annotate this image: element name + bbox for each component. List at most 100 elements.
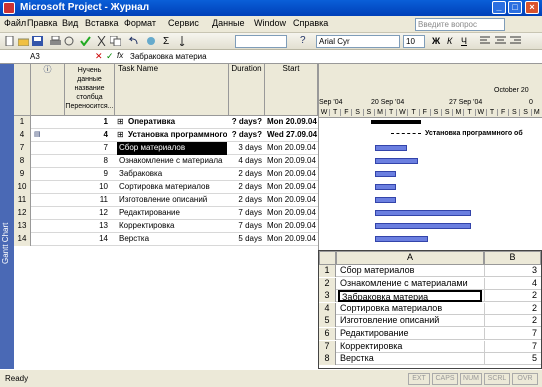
expand-icon[interactable]: ⊞: [117, 129, 125, 142]
excel-row[interactable]: 5 Изготовление описаний 2: [319, 315, 541, 328]
excel-cell-b[interactable]: 4: [484, 277, 541, 290]
cut-icon[interactable]: [96, 36, 107, 46]
excel-row[interactable]: 3 Забраковка материа 2: [319, 290, 541, 303]
task-row[interactable]: 9 9 Забраковка 2 days Mon 20.09.04: [14, 168, 318, 181]
excel-row-number[interactable]: 2: [319, 277, 336, 290]
task-name-header[interactable]: Task Name: [115, 64, 229, 116]
task-start[interactable]: Mon 20.09.04: [265, 220, 318, 233]
task-name[interactable]: Ознакомление с материала: [117, 155, 227, 168]
task-name[interactable]: Сбор материалов: [117, 142, 227, 155]
font-size-select[interactable]: 10: [403, 35, 425, 48]
preview-icon[interactable]: [64, 36, 75, 46]
excel-row[interactable]: 8 Верстка 5: [319, 353, 541, 366]
formula-input[interactable]: Забраковка материа: [130, 52, 207, 61]
excel-cell-a[interactable]: Сортировка материалов: [338, 303, 482, 315]
excel-cell-b[interactable]: 2: [484, 290, 541, 303]
excel-cell-b[interactable]: 2: [484, 302, 541, 315]
menu-data[interactable]: Данные: [212, 18, 245, 28]
row-number[interactable]: 4: [14, 129, 31, 142]
note-icon[interactable]: ▤: [34, 129, 44, 142]
embedded-excel-sheet[interactable]: A B 1 Сбор материалов 3 2 Ознакомление с мат…: [318, 250, 542, 369]
excel-cell-a[interactable]: Сбор материалов: [338, 265, 482, 277]
excel-row[interactable]: 4 Сортировка материалов 2: [319, 302, 541, 315]
row-number[interactable]: 1: [14, 116, 31, 129]
task-name[interactable]: Оперативка: [126, 116, 227, 129]
app-icon[interactable]: [3, 2, 15, 14]
help-search-input[interactable]: Введите вопрос: [415, 18, 505, 31]
task-duration[interactable]: ? days?: [229, 129, 264, 142]
excel-cell-b[interactable]: 7: [484, 340, 541, 353]
summary-bar[interactable]: [371, 120, 421, 124]
task-name[interactable]: Верстка: [117, 233, 227, 246]
task-bar[interactable]: [375, 184, 397, 190]
task-number[interactable]: 11: [65, 194, 111, 207]
number-column-header[interactable]: Нучень данные название столбца Переносит…: [65, 64, 115, 116]
menu-help[interactable]: Справка: [293, 18, 328, 28]
excel-row[interactable]: 1 Сбор материалов 3: [319, 265, 541, 277]
help-icon[interactable]: ?: [300, 35, 306, 46]
cell-reference[interactable]: A3: [30, 52, 40, 61]
excel-cell-b[interactable]: 3: [484, 265, 541, 277]
excel-cell-a[interactable]: Корректировка: [338, 341, 482, 353]
excel-cell-b[interactable]: 7: [484, 328, 541, 340]
task-duration[interactable]: 5 days: [229, 233, 264, 246]
copy-icon[interactable]: [110, 36, 121, 46]
save-icon[interactable]: [32, 36, 43, 46]
excel-cell-a[interactable]: Изготовление описаний: [338, 315, 482, 327]
align-center-icon[interactable]: [495, 36, 506, 46]
task-number[interactable]: 8: [65, 155, 111, 168]
start-header[interactable]: Start: [265, 64, 318, 116]
align-right-icon[interactable]: [510, 36, 521, 46]
task-duration[interactable]: 3 days: [229, 142, 264, 155]
task-name[interactable]: Изготовление описаний: [117, 194, 227, 207]
task-row[interactable]: 7 7 Сбор материалов 3 days Mon 20.09.04: [14, 142, 318, 155]
row-number[interactable]: 13: [14, 220, 31, 233]
undo-icon[interactable]: [128, 36, 139, 46]
task-number[interactable]: 9: [65, 168, 111, 181]
close-button[interactable]: ×: [525, 1, 539, 14]
task-duration[interactable]: 7 days: [229, 207, 264, 220]
excel-col-a[interactable]: A: [336, 251, 484, 265]
row-number[interactable]: 7: [14, 142, 31, 155]
menu-view[interactable]: Вид: [62, 18, 78, 28]
row-number[interactable]: 9: [14, 168, 31, 181]
menu-window[interactable]: Window: [254, 18, 286, 28]
excel-col-b[interactable]: B: [484, 251, 541, 265]
row-number[interactable]: 8: [14, 155, 31, 168]
task-start[interactable]: Mon 20.09.04: [265, 207, 318, 220]
font-select[interactable]: Arial Cyr: [316, 35, 400, 48]
maximize-button[interactable]: □: [508, 1, 522, 14]
excel-cell-b[interactable]: 5: [484, 353, 541, 366]
task-start[interactable]: Mon 20.09.04: [265, 168, 318, 181]
task-row[interactable]: 10 10 Сортировка материалов 2 days Mon 20.09…: [14, 181, 318, 194]
excel-row[interactable]: 6 Редактирование 7: [319, 328, 541, 340]
menu-tools[interactable]: Сервис: [168, 18, 199, 28]
sort-icon[interactable]: [180, 36, 191, 46]
menu-insert[interactable]: Вставка: [85, 18, 118, 28]
print-icon[interactable]: [50, 36, 61, 46]
task-row[interactable]: 11 11 Изготовление описаний 2 days Mon 20.09…: [14, 194, 318, 207]
task-name[interactable]: Установка программного: [126, 129, 227, 142]
task-name[interactable]: Редактирование: [117, 207, 227, 220]
enter-icon[interactable]: ✓: [106, 51, 114, 62]
task-row[interactable]: 8 8 Ознакомление с материала 4 days Mon 20.0…: [14, 155, 318, 168]
task-number[interactable]: 13: [65, 220, 111, 233]
excel-row-number[interactable]: 3: [319, 290, 336, 303]
excel-row-number[interactable]: 4: [319, 302, 336, 315]
task-duration[interactable]: 2 days: [229, 181, 264, 194]
task-start[interactable]: Mon 20.09.04: [265, 194, 318, 207]
row-number[interactable]: 14: [14, 233, 31, 246]
row-number[interactable]: 11: [14, 194, 31, 207]
task-duration[interactable]: 4 days: [229, 155, 264, 168]
corner-header[interactable]: [14, 64, 31, 116]
task-bar[interactable]: [375, 223, 472, 229]
sum-icon[interactable]: Σ: [163, 36, 169, 47]
task-bar[interactable]: [375, 158, 418, 164]
expand-icon[interactable]: ⊞: [117, 116, 125, 129]
task-number[interactable]: 14: [65, 233, 111, 246]
task-row[interactable]: 13 13 Корректировка 7 days Mon 20.09.04: [14, 220, 318, 233]
gantt-chart-sidebar[interactable]: Gantt Chart: [0, 64, 14, 369]
excel-cell-a[interactable]: Забраковка материа: [338, 290, 482, 303]
menu-edit[interactable]: Правка: [27, 18, 57, 28]
task-number[interactable]: 10: [65, 181, 111, 194]
